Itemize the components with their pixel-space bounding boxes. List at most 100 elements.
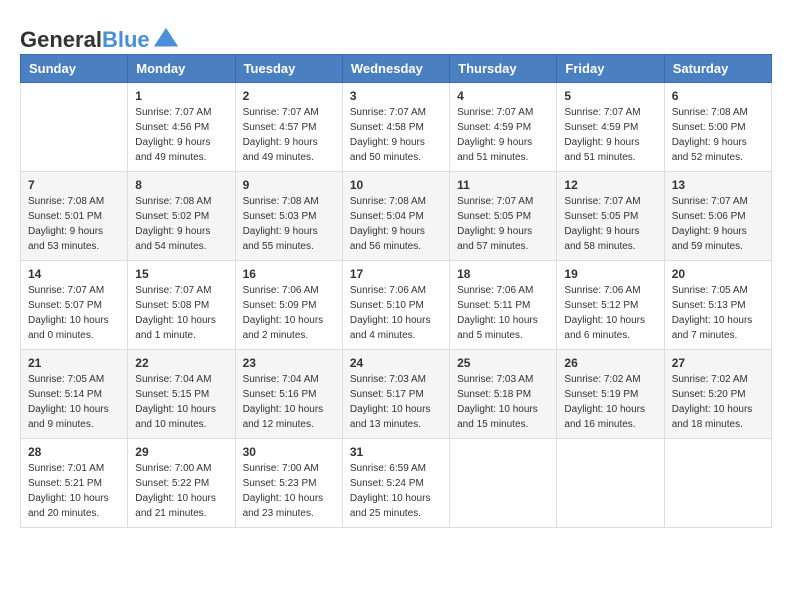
day-info: Sunrise: 7:06 AM Sunset: 5:11 PM Dayligh… [457, 283, 549, 343]
calendar-day-cell [557, 439, 664, 528]
calendar-week-row: 1Sunrise: 7:07 AM Sunset: 4:56 PM Daylig… [21, 83, 772, 172]
day-info: Sunrise: 7:02 AM Sunset: 5:19 PM Dayligh… [564, 372, 656, 432]
day-number: 8 [135, 178, 227, 192]
day-number: 10 [350, 178, 442, 192]
day-number: 6 [672, 89, 764, 103]
day-number: 20 [672, 267, 764, 281]
day-number: 13 [672, 178, 764, 192]
day-number: 21 [28, 356, 120, 370]
day-of-week-header: Friday [557, 55, 664, 83]
calendar-day-cell: 24 Sunrise: 7:03 AM Sunset: 5:17 PM Dayli… [342, 350, 449, 439]
calendar-day-cell: 9 Sunrise: 7:08 AM Sunset: 5:03 PM Daylig… [235, 172, 342, 261]
day-number: 27 [672, 356, 764, 370]
day-info: Sunrise: 7:07 AM Sunset: 5:07 PM Dayligh… [28, 283, 120, 343]
day-number: 15 [135, 267, 227, 281]
calendar-header-row: SundayMondayTuesdayWednesdayThursdayFrid… [21, 55, 772, 83]
calendar-day-cell: 18 Sunrise: 7:06 AM Sunset: 5:11 PM Dayli… [450, 261, 557, 350]
day-info: Sunrise: 7:06 AM Sunset: 5:09 PM Dayligh… [243, 283, 335, 343]
calendar-day-cell: 10 Sunrise: 7:08 AM Sunset: 5:04 PM Dayli… [342, 172, 449, 261]
day-number: 12 [564, 178, 656, 192]
calendar-day-cell: 8 Sunrise: 7:08 AM Sunset: 5:02 PM Daylig… [128, 172, 235, 261]
calendar-table: SundayMondayTuesdayWednesdayThursdayFrid… [20, 54, 772, 528]
calendar-day-cell [450, 439, 557, 528]
logo: GeneralBlue [20, 26, 180, 54]
day-number: 24 [350, 356, 442, 370]
calendar-day-cell: 3 Sunrise: 7:07 AM Sunset: 4:58 PM Daylig… [342, 83, 449, 172]
calendar-day-cell: 13 Sunrise: 7:07 AM Sunset: 5:06 PM Dayli… [664, 172, 771, 261]
calendar-day-cell: 30 Sunrise: 7:00 AM Sunset: 5:23 PM Dayli… [235, 439, 342, 528]
calendar-day-cell: 25 Sunrise: 7:03 AM Sunset: 5:18 PM Dayli… [450, 350, 557, 439]
day-info: Sunrise: 7:04 AM Sunset: 5:15 PM Dayligh… [135, 372, 227, 432]
day-number: 14 [28, 267, 120, 281]
calendar-day-cell: 2Sunrise: 7:07 AM Sunset: 4:57 PM Daylig… [235, 83, 342, 172]
day-number: 17 [350, 267, 442, 281]
logo-icon [152, 26, 180, 54]
day-info: Sunrise: 7:04 AM Sunset: 5:16 PM Dayligh… [243, 372, 335, 432]
day-number: 23 [243, 356, 335, 370]
calendar-day-cell: 1Sunrise: 7:07 AM Sunset: 4:56 PM Daylig… [128, 83, 235, 172]
calendar-day-cell: 12 Sunrise: 7:07 AM Sunset: 5:05 PM Dayli… [557, 172, 664, 261]
day-number: 22 [135, 356, 227, 370]
day-info: Sunrise: 7:07 AM Sunset: 4:57 PM Dayligh… [243, 105, 335, 165]
day-number: 31 [350, 445, 442, 459]
day-info: Sunrise: 7:00 AM Sunset: 5:22 PM Dayligh… [135, 461, 227, 521]
calendar-day-cell: 23 Sunrise: 7:04 AM Sunset: 5:16 PM Dayli… [235, 350, 342, 439]
day-info: Sunrise: 7:08 AM Sunset: 5:02 PM Dayligh… [135, 194, 227, 254]
day-number: 11 [457, 178, 549, 192]
calendar-day-cell: 26 Sunrise: 7:02 AM Sunset: 5:19 PM Dayli… [557, 350, 664, 439]
day-info: Sunrise: 7:03 AM Sunset: 5:18 PM Dayligh… [457, 372, 549, 432]
day-info: Sunrise: 7:03 AM Sunset: 5:17 PM Dayligh… [350, 372, 442, 432]
calendar-day-cell: 20 Sunrise: 7:05 AM Sunset: 5:13 PM Dayli… [664, 261, 771, 350]
day-info: Sunrise: 7:08 AM Sunset: 5:04 PM Dayligh… [350, 194, 442, 254]
day-info: Sunrise: 7:01 AM Sunset: 5:21 PM Dayligh… [28, 461, 120, 521]
day-of-week-header: Thursday [450, 55, 557, 83]
calendar-day-cell: 15 Sunrise: 7:07 AM Sunset: 5:08 PM Dayli… [128, 261, 235, 350]
calendar-week-row: 7 Sunrise: 7:08 AM Sunset: 5:01 PM Daylig… [21, 172, 772, 261]
day-number: 16 [243, 267, 335, 281]
day-info: Sunrise: 7:08 AM Sunset: 5:03 PM Dayligh… [243, 194, 335, 254]
day-info: Sunrise: 7:07 AM Sunset: 4:59 PM Dayligh… [457, 105, 549, 165]
day-number: 9 [243, 178, 335, 192]
day-number: 4 [457, 89, 549, 103]
day-info: Sunrise: 7:07 AM Sunset: 4:58 PM Dayligh… [350, 105, 442, 165]
day-of-week-header: Tuesday [235, 55, 342, 83]
calendar-day-cell: 27 Sunrise: 7:02 AM Sunset: 5:20 PM Dayli… [664, 350, 771, 439]
day-info: Sunrise: 7:07 AM Sunset: 5:05 PM Dayligh… [564, 194, 656, 254]
calendar-day-cell: 5Sunrise: 7:07 AM Sunset: 4:59 PM Daylig… [557, 83, 664, 172]
calendar-day-cell: 21Sunrise: 7:05 AM Sunset: 5:14 PM Dayli… [21, 350, 128, 439]
day-number: 3 [350, 89, 442, 103]
calendar-day-cell: 14 Sunrise: 7:07 AM Sunset: 5:07 PM Dayli… [21, 261, 128, 350]
calendar-week-row: 28Sunrise: 7:01 AM Sunset: 5:21 PM Dayli… [21, 439, 772, 528]
day-info: Sunrise: 7:00 AM Sunset: 5:23 PM Dayligh… [243, 461, 335, 521]
calendar-day-cell: 31Sunrise: 6:59 AM Sunset: 5:24 PM Dayli… [342, 439, 449, 528]
day-info: Sunrise: 7:07 AM Sunset: 4:56 PM Dayligh… [135, 105, 227, 165]
calendar-day-cell [21, 83, 128, 172]
day-info: Sunrise: 7:07 AM Sunset: 5:05 PM Dayligh… [457, 194, 549, 254]
day-info: Sunrise: 7:07 AM Sunset: 4:59 PM Dayligh… [564, 105, 656, 165]
day-info: Sunrise: 7:08 AM Sunset: 5:00 PM Dayligh… [672, 105, 764, 165]
day-number: 18 [457, 267, 549, 281]
calendar-day-cell: 16 Sunrise: 7:06 AM Sunset: 5:09 PM Dayli… [235, 261, 342, 350]
calendar-week-row: 14 Sunrise: 7:07 AM Sunset: 5:07 PM Dayli… [21, 261, 772, 350]
day-number: 30 [243, 445, 335, 459]
day-number: 19 [564, 267, 656, 281]
day-info: Sunrise: 7:06 AM Sunset: 5:12 PM Dayligh… [564, 283, 656, 343]
day-info: Sunrise: 7:02 AM Sunset: 5:20 PM Dayligh… [672, 372, 764, 432]
day-info: Sunrise: 7:08 AM Sunset: 5:01 PM Dayligh… [28, 194, 120, 254]
day-of-week-header: Wednesday [342, 55, 449, 83]
day-of-week-header: Sunday [21, 55, 128, 83]
calendar-day-cell: 6 Sunrise: 7:08 AM Sunset: 5:00 PM Daylig… [664, 83, 771, 172]
calendar-day-cell: 11 Sunrise: 7:07 AM Sunset: 5:05 PM Dayli… [450, 172, 557, 261]
day-number: 25 [457, 356, 549, 370]
day-info: Sunrise: 7:07 AM Sunset: 5:06 PM Dayligh… [672, 194, 764, 254]
day-info: Sunrise: 7:05 AM Sunset: 5:13 PM Dayligh… [672, 283, 764, 343]
calendar-day-cell: 17Sunrise: 7:06 AM Sunset: 5:10 PM Dayli… [342, 261, 449, 350]
day-info: Sunrise: 7:07 AM Sunset: 5:08 PM Dayligh… [135, 283, 227, 343]
calendar-day-cell [664, 439, 771, 528]
calendar-day-cell: 29Sunrise: 7:00 AM Sunset: 5:22 PM Dayli… [128, 439, 235, 528]
day-number: 7 [28, 178, 120, 192]
day-of-week-header: Saturday [664, 55, 771, 83]
day-number: 26 [564, 356, 656, 370]
calendar-day-cell: 28Sunrise: 7:01 AM Sunset: 5:21 PM Dayli… [21, 439, 128, 528]
calendar-week-row: 21Sunrise: 7:05 AM Sunset: 5:14 PM Dayli… [21, 350, 772, 439]
